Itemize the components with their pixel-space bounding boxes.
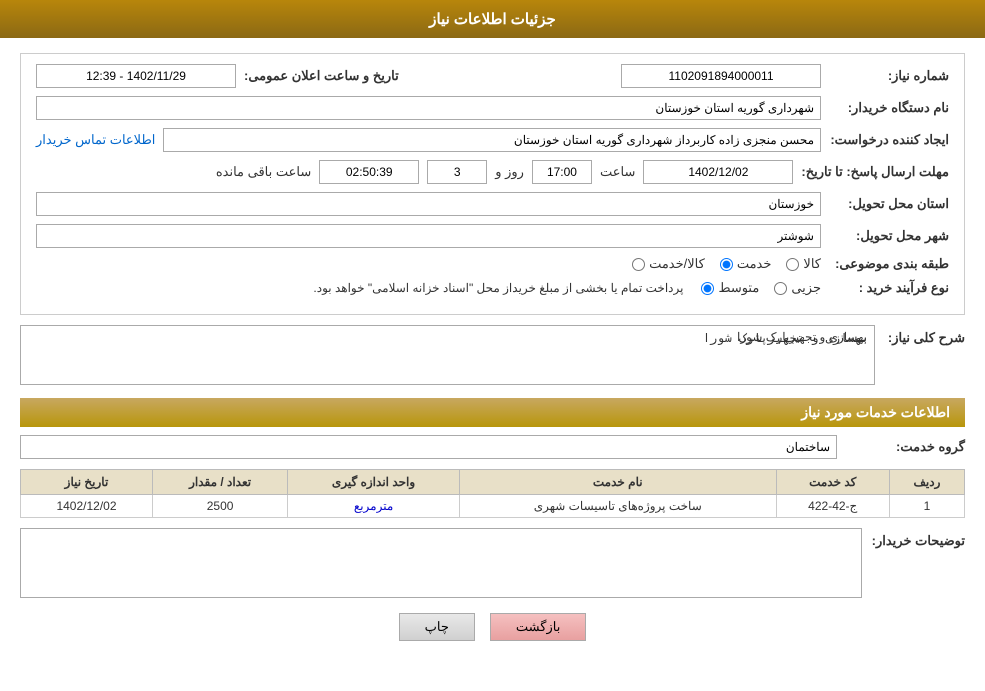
radio-jozi[interactable]: جزیی [774, 280, 821, 296]
sharh-textarea[interactable] [20, 325, 875, 385]
shahr-label: شهر محل تحویل: [829, 228, 949, 244]
services-table-section: ردیف کد خدمت نام خدمت واحد اندازه گیری ت… [20, 469, 965, 518]
buttons-row: بازگشت چاپ [20, 613, 965, 641]
mohlet-remaining-input[interactable] [319, 160, 419, 184]
radio-kala-khadamat-label: کالا/خدمت [649, 256, 705, 272]
ijad-label: ایجاد کننده درخواست: [829, 132, 949, 148]
services-section-header: اطلاعات خدمات مورد نیاز [20, 398, 965, 427]
radio-jozi-label: جزیی [791, 280, 821, 296]
ostan-input[interactable] [36, 192, 821, 216]
shomara-niaz-input[interactable] [621, 64, 821, 88]
roz-label: روز و [495, 164, 524, 180]
name-dastgah-input[interactable] [36, 96, 821, 120]
table-row: 1ج-42-422ساخت پروژه‌های تاسیسات شهریمترم… [21, 495, 965, 518]
services-title: اطلاعات خدمات مورد نیاز [801, 404, 950, 420]
nav-farayand-label: نوع فرآیند خرید : [829, 280, 949, 296]
col-radif: ردیف [889, 470, 964, 495]
row-tabaqeh: طبقه بندی موضوعی: کالا/خدمت خدمت کالا [36, 256, 949, 272]
sharh-label: شرح کلی نیاز: [885, 325, 965, 346]
saat-label: ساعت [600, 164, 635, 180]
table-header-row: ردیف کد خدمت نام خدمت واحد اندازه گیری ت… [21, 470, 965, 495]
row-ijad: ایجاد کننده درخواست: اطلاعات تماس خریدار [36, 128, 949, 152]
tabaqeh-radio-group: کالا/خدمت خدمت کالا [632, 256, 821, 272]
desc-textarea[interactable] [20, 528, 862, 598]
radio-khadamat-label: خدمت [737, 256, 772, 272]
col-kod: کد خدمت [776, 470, 889, 495]
back-button[interactable]: بازگشت [490, 613, 586, 641]
page-title: جزئیات اطلاعات نیاز [429, 11, 556, 28]
sharh-section: شرح کلی نیاز: بهسازی و تجهیزپارک شورا [20, 325, 965, 388]
ejad-link[interactable]: اطلاعات تماس خریدار [36, 132, 155, 148]
group-input[interactable] [20, 435, 837, 459]
col-tedad: تعداد / مقدار [152, 470, 287, 495]
group-label: گروه خدمت: [845, 439, 965, 455]
nav-farayand-notice: پرداخت تمام یا بخشی از مبلغ خریداز محل "… [313, 281, 683, 295]
ostan-label: استان محل تحویل: [829, 196, 949, 212]
radio-khadamat[interactable]: خدمت [720, 256, 772, 272]
mohlet-saat-input[interactable] [532, 160, 592, 184]
row-name-dastgah: نام دستگاه خریدار: [36, 96, 949, 120]
print-button[interactable]: چاپ [399, 613, 475, 641]
mohlet-label: مهلت ارسال پاسخ: تا تاریخ: [801, 164, 949, 180]
cell-name_khadamat: ساخت پروژه‌های تاسیسات شهری [459, 495, 776, 518]
radio-kala-khadamat[interactable]: کالا/خدمت [632, 256, 705, 272]
shahr-input[interactable] [36, 224, 821, 248]
tabaqeh-label: طبقه بندی موضوعی: [829, 256, 949, 272]
col-vahed: واحد اندازه گیری [288, 470, 460, 495]
row-nav-farayand: نوع فرآیند خرید : متوسط جزیی پرداخت تمام… [36, 280, 949, 296]
ijad-input[interactable] [163, 128, 821, 152]
shomara-niaz-label: شماره نیاز: [829, 68, 949, 84]
desc-label: توضیحات خریدار: [872, 528, 965, 549]
tarikh-vaelam-input[interactable] [36, 64, 236, 88]
services-table: ردیف کد خدمت نام خدمت واحد اندازه گیری ت… [20, 469, 965, 518]
mohlet-date-input[interactable] [643, 160, 793, 184]
cell-tedad: 2500 [152, 495, 287, 518]
col-tarikh: تاریخ نیاز [21, 470, 153, 495]
cell-vahed: مترمربع [288, 495, 460, 518]
cell-tarikh: 1402/12/02 [21, 495, 153, 518]
col-name: نام خدمت [459, 470, 776, 495]
cell-kod_khadamat: ج-42-422 [776, 495, 889, 518]
main-info-section: شماره نیاز: تاریخ و ساعت اعلان عمومی: نا… [20, 53, 965, 315]
radio-motavaset[interactable]: متوسط [701, 280, 759, 296]
row-shomara-tarikh: شماره نیاز: تاریخ و ساعت اعلان عمومی: [36, 64, 949, 88]
description-section: توضیحات خریدار: [20, 528, 965, 598]
name-dastgah-label: نام دستگاه خریدار: [829, 100, 949, 116]
page-header: جزئیات اطلاعات نیاز [0, 0, 985, 38]
cell-radif: 1 [889, 495, 964, 518]
nav-farayand-radio-group: متوسط جزیی [701, 280, 821, 296]
mohlet-roz-input[interactable] [427, 160, 487, 184]
radio-kala[interactable]: کالا [786, 256, 821, 272]
radio-motavaset-label: متوسط [718, 280, 759, 296]
row-ostan: استان محل تحویل: [36, 192, 949, 216]
tarikh-vaelam-label: تاریخ و ساعت اعلان عمومی: [244, 68, 399, 84]
remaining-label: ساعت باقی مانده [216, 164, 311, 180]
radio-kala-label: کالا [803, 256, 821, 272]
row-group-khadamat: گروه خدمت: [20, 435, 965, 459]
row-mohlet: مهلت ارسال پاسخ: تا تاریخ: ساعت روز و سا… [36, 160, 949, 184]
row-shahr: شهر محل تحویل: [36, 224, 949, 248]
